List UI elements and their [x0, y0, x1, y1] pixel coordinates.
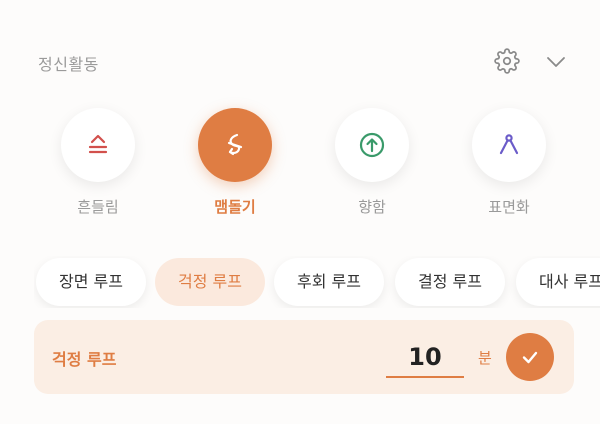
minutes-unit: 분	[478, 349, 492, 367]
mode-circle	[61, 108, 135, 182]
mode-button-shaking[interactable]: 흔들림	[61, 108, 135, 217]
header: 정신활동	[38, 48, 570, 76]
minutes-input[interactable]	[386, 338, 464, 378]
mode-circle	[335, 108, 409, 182]
mode-button-surfacing[interactable]: 표면화	[472, 108, 546, 217]
gear-icon[interactable]	[494, 48, 520, 74]
mode-label: 맴돌기	[214, 198, 256, 216]
chip-scene-loop[interactable]: 장면 루프	[36, 258, 146, 306]
mode-label: 향함	[358, 198, 386, 216]
chip-decision-loop[interactable]: 결정 루프	[395, 258, 505, 306]
compass-icon	[499, 134, 519, 155]
mode-button-direction[interactable]: 향함	[335, 108, 409, 217]
chip-worry-loop[interactable]: 걱정 루프	[155, 258, 265, 306]
mode-button-spinning[interactable]: 맴돌기	[198, 108, 272, 217]
chevron-down-icon[interactable]	[544, 50, 568, 74]
selected-loop-label: 걱정 루프	[52, 350, 117, 369]
mode-label: 흔들림	[77, 198, 119, 216]
mode-circle	[198, 108, 272, 182]
chip-dialogue-loop[interactable]: 대사 루프	[516, 258, 600, 306]
page-title: 정신활동	[38, 55, 99, 74]
chip-regret-loop[interactable]: 후회 루프	[274, 258, 384, 306]
confirm-button[interactable]	[506, 333, 554, 381]
mode-circle	[472, 108, 546, 182]
arrow-up-circle-icon	[359, 132, 385, 158]
spiral-icon	[227, 133, 243, 156]
mode-label: 표면화	[488, 198, 530, 216]
duration-panel: 걱정 루프 분	[34, 320, 574, 394]
check-icon	[522, 351, 538, 364]
wave-stack-icon	[88, 134, 108, 154]
loop-chip-list[interactable]: 장면 루프 걱정 루프 후회 루프 결정 루프 대사 루프	[34, 256, 600, 308]
